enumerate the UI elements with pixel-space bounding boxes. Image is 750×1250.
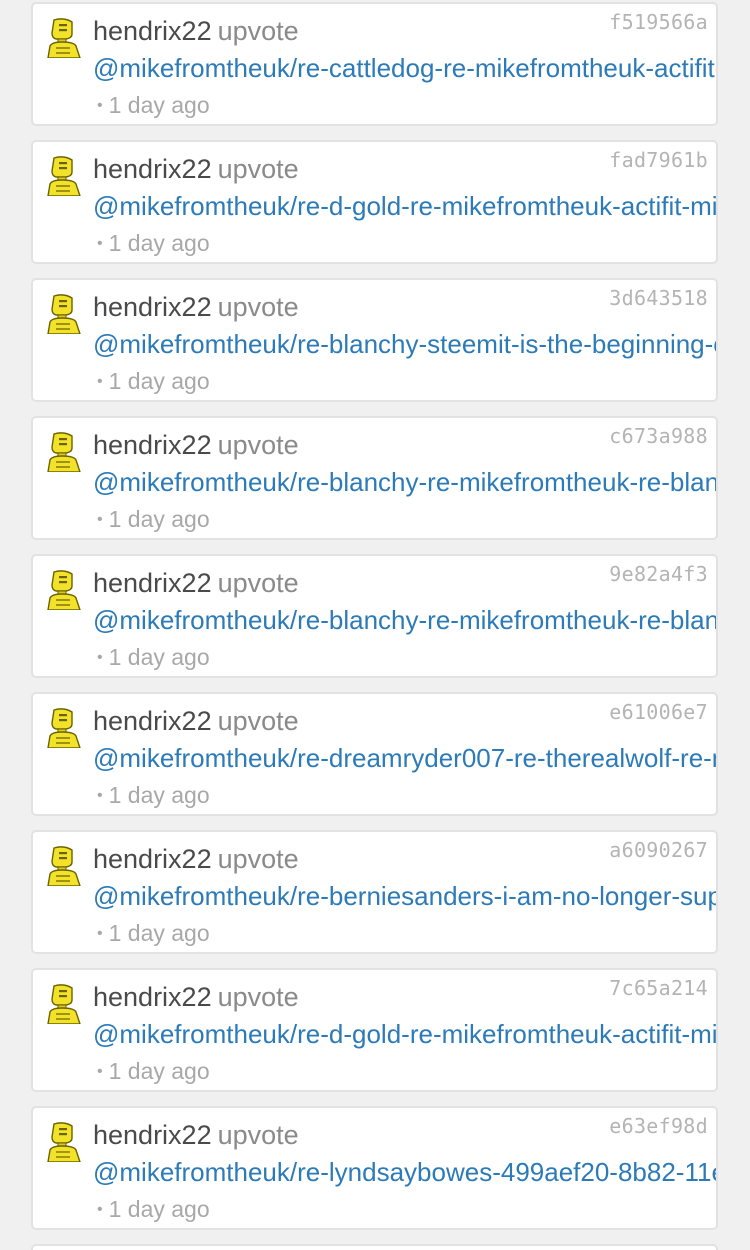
activity-card: hendrix22 upvote @mikefromtheuk/re-dreamr… (31, 692, 718, 816)
username-link[interactable]: hendrix22 (93, 1120, 212, 1150)
permlink-link[interactable]: @mikefromtheuk/re-dreamryder007-re-there… (93, 743, 716, 774)
activity-header: hendrix22 upvote (93, 430, 299, 461)
robot-avatar-icon[interactable] (42, 708, 86, 748)
activity-card: hendrix22 upvote @mikefromtheuk/re-blanch… (31, 416, 718, 540)
timestamp: 1 day ago (108, 1058, 210, 1084)
activity-type: upvote (217, 844, 299, 874)
activity-feed: hendrix22 upvote @mikefromtheuk/re-cattle… (0, 0, 750, 1250)
activity-header: hendrix22 upvote (93, 1120, 299, 1151)
activity-card: hendrix22 upvote @mikefromtheuk/re-bernie… (31, 830, 718, 954)
username-link[interactable]: hendrix22 (93, 16, 212, 46)
robot-avatar-icon[interactable] (42, 294, 86, 334)
activity-type: upvote (217, 292, 299, 322)
activity-type: upvote (217, 568, 299, 598)
permlink-link[interactable]: @mikefromtheuk/re-blanchy-re-mikefromthe… (93, 467, 716, 498)
activity-type: upvote (217, 706, 299, 736)
permlink-link[interactable]: @mikefromtheuk/re-berniesanders-i-am-no-… (93, 881, 716, 912)
robot-avatar-icon[interactable] (42, 18, 86, 58)
transaction-hash[interactable]: f519566a (609, 10, 708, 34)
timestamp-row: • 1 day ago (97, 920, 210, 947)
robot-avatar-icon[interactable] (42, 846, 86, 886)
transaction-hash[interactable]: 9e82a4f3 (609, 562, 708, 586)
activity-header: hendrix22 upvote (93, 568, 299, 599)
timestamp-row: • 1 day ago (97, 644, 210, 671)
permlink-link[interactable]: @mikefromtheuk/re-d-gold-re-mikefromtheu… (93, 191, 716, 222)
timestamp-row: • 1 day ago (97, 1058, 210, 1085)
activity-card: hendrix22 upvote @mikefromtheuk/re-lyndsa… (31, 1106, 718, 1230)
timestamp: 1 day ago (108, 368, 210, 394)
username-link[interactable]: hendrix22 (93, 292, 212, 322)
username-link[interactable]: hendrix22 (93, 154, 212, 184)
timestamp: 1 day ago (108, 230, 210, 256)
robot-avatar-icon[interactable] (42, 432, 86, 472)
activity-card-partial (31, 1244, 718, 1250)
activity-card: hendrix22 upvote @mikefromtheuk/re-blanch… (31, 554, 718, 678)
activity-header: hendrix22 upvote (93, 982, 299, 1013)
timestamp-row: • 1 day ago (97, 782, 210, 809)
robot-avatar-icon[interactable] (42, 984, 86, 1024)
activity-card: hendrix22 upvote @mikefromtheuk/re-d-gold… (31, 968, 718, 1092)
timestamp-row: • 1 day ago (97, 230, 210, 257)
permlink-link[interactable]: @mikefromtheuk/re-lyndsaybowes-499aef20-… (93, 1157, 716, 1188)
timestamp-row: • 1 day ago (97, 506, 210, 533)
transaction-hash[interactable]: fad7961b (609, 148, 708, 172)
permlink-link[interactable]: @mikefromtheuk/re-blanchy-steemit-is-the… (93, 329, 716, 360)
activity-type: upvote (217, 1120, 299, 1150)
timestamp: 1 day ago (108, 92, 210, 118)
username-link[interactable]: hendrix22 (93, 706, 212, 736)
separator-dot: • (97, 649, 103, 666)
transaction-hash[interactable]: a6090267 (609, 838, 708, 862)
robot-avatar-icon[interactable] (42, 1122, 86, 1162)
activity-type: upvote (217, 154, 299, 184)
separator-dot: • (97, 925, 103, 942)
activity-type: upvote (217, 430, 299, 460)
timestamp: 1 day ago (108, 644, 210, 670)
username-link[interactable]: hendrix22 (93, 430, 212, 460)
timestamp: 1 day ago (108, 782, 210, 808)
separator-dot: • (97, 235, 103, 252)
activity-type: upvote (217, 16, 299, 46)
separator-dot: • (97, 373, 103, 390)
activity-header: hendrix22 upvote (93, 292, 299, 323)
permlink-link[interactable]: @mikefromtheuk/re-blanchy-re-mikefromthe… (93, 605, 716, 636)
activity-header: hendrix22 upvote (93, 844, 299, 875)
timestamp-row: • 1 day ago (97, 1196, 210, 1223)
activity-header: hendrix22 upvote (93, 16, 299, 47)
timestamp: 1 day ago (108, 506, 210, 532)
permlink-link[interactable]: @mikefromtheuk/re-d-gold-re-mikefromtheu… (93, 1019, 716, 1050)
robot-avatar-icon[interactable] (42, 570, 86, 610)
username-link[interactable]: hendrix22 (93, 844, 212, 874)
separator-dot: • (97, 1063, 103, 1080)
transaction-hash[interactable]: 3d643518 (609, 286, 708, 310)
separator-dot: • (97, 787, 103, 804)
activity-card: hendrix22 upvote @mikefromtheuk/re-cattle… (31, 2, 718, 126)
transaction-hash[interactable]: e61006e7 (609, 700, 708, 724)
timestamp-row: • 1 day ago (97, 368, 210, 395)
separator-dot: • (97, 1201, 103, 1218)
robot-avatar-icon[interactable] (42, 156, 86, 196)
activity-card: hendrix22 upvote @mikefromtheuk/re-d-gold… (31, 140, 718, 264)
transaction-hash[interactable]: 7c65a214 (609, 976, 708, 1000)
permlink-link[interactable]: @mikefromtheuk/re-cattledog-re-mikefromt… (93, 53, 716, 84)
activity-type: upvote (217, 982, 299, 1012)
timestamp: 1 day ago (108, 920, 210, 946)
transaction-hash[interactable]: c673a988 (609, 424, 708, 448)
timestamp: 1 day ago (108, 1196, 210, 1222)
username-link[interactable]: hendrix22 (93, 982, 212, 1012)
activity-header: hendrix22 upvote (93, 154, 299, 185)
separator-dot: • (97, 511, 103, 528)
activity-card: hendrix22 upvote @mikefromtheuk/re-blanch… (31, 278, 718, 402)
activity-header: hendrix22 upvote (93, 706, 299, 737)
username-link[interactable]: hendrix22 (93, 568, 212, 598)
transaction-hash[interactable]: e63ef98d (609, 1114, 708, 1138)
timestamp-row: • 1 day ago (97, 92, 210, 119)
separator-dot: • (97, 97, 103, 114)
